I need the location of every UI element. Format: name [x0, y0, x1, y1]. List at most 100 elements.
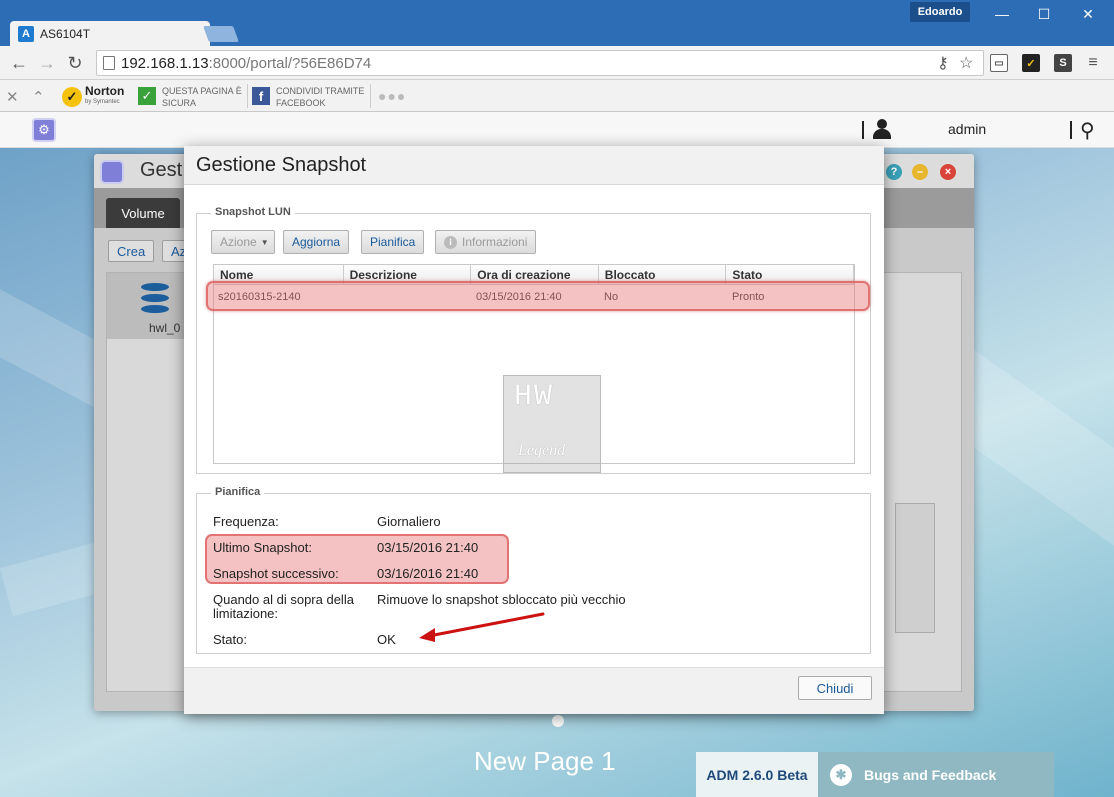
- dialog-footer: Chiudi: [184, 667, 884, 714]
- limit-value: Rimuove lo snapshot sbloccato più vecchi…: [377, 592, 626, 607]
- hwlegend-watermark: HW Legend: [503, 375, 601, 473]
- row-highlight-annotation: [206, 281, 870, 311]
- minimize-button[interactable]: —: [982, 2, 1022, 26]
- separator: [247, 84, 248, 108]
- reload-icon[interactable]: ↻: [64, 52, 86, 74]
- info-label: Informazioni: [462, 235, 528, 249]
- safe-check-icon[interactable]: ✓: [138, 87, 156, 105]
- username-label[interactable]: admin: [948, 121, 986, 137]
- collapse-icon[interactable]: ⌃: [32, 88, 45, 106]
- minimize-app-icon[interactable]: –: [912, 164, 928, 180]
- divider: [862, 121, 864, 139]
- volume-tile[interactable]: hwl_0: [107, 273, 187, 339]
- schedule-button[interactable]: Pianifica: [361, 230, 425, 254]
- norton-sub: by Symantec: [85, 99, 120, 105]
- close-app-icon[interactable]: ×: [940, 164, 956, 180]
- script-extension-icon[interactable]: S: [1054, 54, 1072, 72]
- address-bar[interactable]: 192.168.1.13:8000/portal/?56E86D74 ⚷ ☆: [96, 50, 984, 76]
- next-snapshot-value: 03/16/2016 21:40: [377, 566, 479, 581]
- page-indicator-dot[interactable]: [552, 715, 564, 727]
- safe-line2: SICURA: [162, 98, 197, 108]
- profile-button[interactable]: Edoardo: [910, 2, 970, 22]
- watermark-legend: Legend: [518, 442, 566, 459]
- snapshot-lun-group: Snapshot LUN Azione ▼ Aggiorna Pianifica…: [196, 206, 871, 474]
- limit-label-line1: Quando al di sopra della: [213, 592, 354, 607]
- tab-title: AS6104T: [40, 26, 91, 41]
- frequency-value: Giornaliero: [377, 514, 441, 529]
- storage-window-title: Gest: [140, 159, 183, 181]
- norton-extension-icon[interactable]: ✓: [1022, 54, 1040, 72]
- watermark-hw: HW: [514, 380, 555, 414]
- adm-footer: ADM 2.6.0 Beta ✱ Bugs and Feedback: [696, 752, 1054, 797]
- bookmark-star-icon[interactable]: ☆: [959, 53, 973, 73]
- browser-toolbar: ← → ↻ 192.168.1.13:8000/portal/?56E86D74…: [0, 46, 1114, 80]
- dialog-body: Snapshot LUN Azione ▼ Aggiorna Pianifica…: [184, 185, 884, 667]
- status-value: OK: [377, 632, 396, 647]
- refresh-button[interactable]: Aggiorna: [283, 230, 350, 254]
- safe-line1: QUESTA PAGINA È: [162, 86, 242, 96]
- safe-page-label[interactable]: QUESTA PAGINA È SICURA: [162, 85, 242, 109]
- browser-tab[interactable]: A AS6104T: [10, 21, 210, 46]
- frequency-label: Frequenza:: [213, 514, 279, 529]
- help-icon[interactable]: ?: [886, 164, 902, 180]
- adm-taskbar: ⚙ admin ⚲: [0, 112, 1114, 148]
- asustor-favicon-icon: A: [18, 25, 34, 42]
- close-button[interactable]: Chiudi: [798, 676, 872, 700]
- close-toolbar-icon[interactable]: ✕: [6, 88, 19, 106]
- adm-home-icon[interactable]: ⚙: [32, 118, 56, 142]
- bug-icon: ✱: [830, 763, 852, 786]
- share-facebook-label[interactable]: CONDIVIDI TRAMITE FACEBOOK: [276, 85, 364, 109]
- side-panel: [895, 503, 935, 633]
- user-icon[interactable]: [872, 119, 892, 141]
- dialog-title: Gestione Snapshot: [196, 154, 367, 176]
- schedule-group: Pianifica Frequenza: Giornaliero Ultimo …: [196, 486, 871, 654]
- desktop-page-name: New Page 1: [474, 746, 616, 776]
- create-button[interactable]: Crea: [108, 240, 155, 262]
- back-arrow-icon[interactable]: ←: [8, 52, 30, 74]
- separator: [370, 84, 371, 108]
- divider: [1070, 121, 1072, 139]
- snapshot-table: Nome Descrizione Ora di creazione Blocca…: [206, 264, 870, 473]
- action-label: Azione: [220, 235, 257, 249]
- adm-version: ADM 2.6.0 Beta: [696, 752, 818, 797]
- database-icon: [141, 283, 169, 313]
- search-icon[interactable]: ⚲: [1080, 118, 1095, 143]
- action-dropdown[interactable]: Azione ▼: [211, 230, 275, 254]
- status-label: Stato:: [213, 632, 247, 647]
- last-snapshot-label: Ultimo Snapshot:: [213, 540, 312, 555]
- more-dots-icon[interactable]: ●●●: [378, 88, 406, 104]
- next-snapshot-label: Snapshot successivo:: [213, 566, 339, 581]
- new-tab-button[interactable]: [203, 26, 239, 42]
- red-arrow-annotation: [419, 612, 545, 642]
- browser-titlebar: A AS6104T Edoardo — ☐ ✕: [0, 0, 1114, 46]
- info-icon: i: [444, 235, 457, 249]
- volume-label: hwl_0: [149, 321, 181, 335]
- norton-logo[interactable]: ✓ Norton by Symantec: [62, 84, 125, 108]
- cast-icon[interactable]: ▭: [990, 54, 1008, 72]
- schedule-legend: Pianifica: [211, 486, 265, 498]
- norton-brand: Norton: [85, 84, 125, 98]
- norton-check-icon: ✓: [62, 87, 82, 107]
- last-snapshot-value: 03/15/2016 21:40: [377, 540, 479, 555]
- bugs-feedback-label: Bugs and Feedback: [864, 766, 997, 783]
- info-button[interactable]: i Informazioni: [435, 230, 537, 254]
- facebook-icon[interactable]: f: [252, 87, 270, 105]
- norton-toolbar: ✕ ⌃ ✓ Norton by Symantec ✓ QUESTA PAGINA …: [0, 80, 1114, 112]
- tab-volume[interactable]: Volume: [106, 198, 180, 228]
- chevron-down-icon: ▼: [260, 237, 269, 247]
- fb-line1: CONDIVIDI TRAMITE: [276, 86, 365, 96]
- key-icon[interactable]: ⚷: [937, 53, 949, 73]
- close-window-button[interactable]: ✕: [1068, 2, 1108, 26]
- limit-label-line2: limitazione:: [213, 606, 279, 621]
- url-path: :8000/portal/?56E86D74: [208, 54, 372, 72]
- storage-app-icon: [100, 160, 124, 184]
- snapshot-lun-legend: Snapshot LUN: [211, 206, 295, 218]
- forward-arrow-icon[interactable]: →: [36, 52, 58, 74]
- fb-line2: FACEBOOK: [276, 98, 326, 108]
- page-icon: [103, 56, 115, 70]
- maximize-button[interactable]: ☐: [1024, 2, 1064, 26]
- url-host: 192.168.1.13: [121, 54, 209, 72]
- snapshot-dialog: Gestione Snapshot Snapshot LUN Azione ▼ …: [184, 146, 884, 714]
- menu-icon[interactable]: ≡: [1084, 54, 1102, 72]
- bugs-feedback-button[interactable]: ✱ Bugs and Feedback: [818, 752, 1054, 797]
